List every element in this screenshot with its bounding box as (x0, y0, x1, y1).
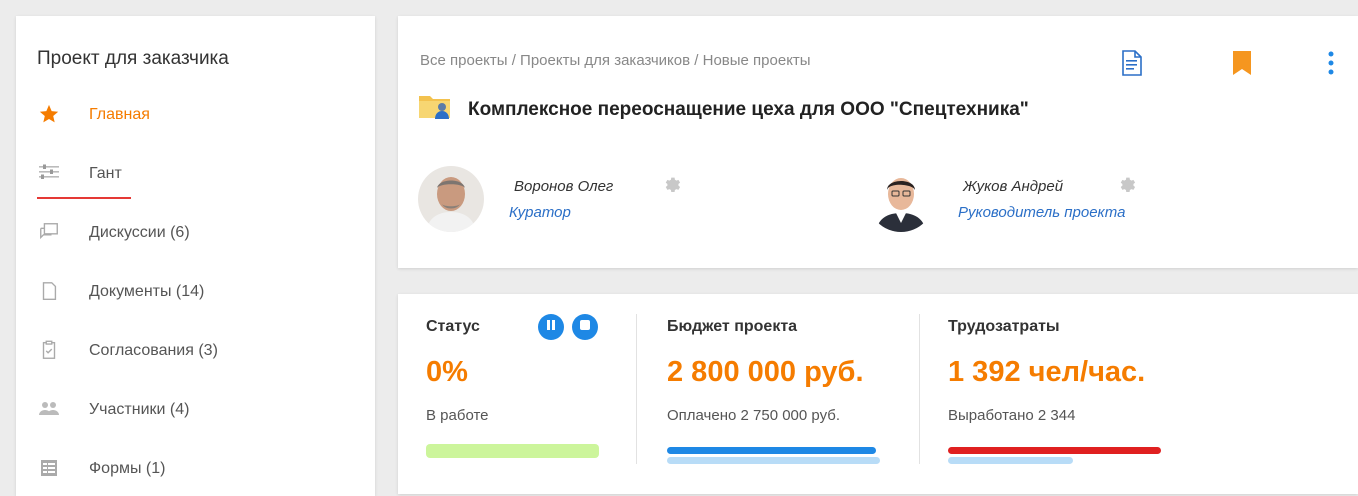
project-folder-icon (418, 92, 454, 122)
budget-total-bar (667, 457, 880, 464)
breadcrumb[interactable]: Все проекты / Проекты для заказчиков / Н… (420, 52, 811, 69)
status-block: Статус 0% В работе (426, 294, 626, 494)
sidebar-item-gantt[interactable]: Гант (37, 159, 357, 189)
sidebar-item-label: Документы (14) (89, 283, 205, 300)
sidebar-item-label: Дискуссии (6) (89, 224, 190, 241)
project-stats-card: Статус 0% В работе Бюджет проекта 2 800 … (398, 294, 1358, 494)
sidebar-item-label: Гант (89, 165, 122, 182)
sidebar-title: Проект для заказчика (37, 48, 229, 69)
budget-title: Бюджет проекта (667, 318, 798, 335)
bookmark-icon[interactable] (1228, 48, 1256, 78)
document-icon[interactable] (1118, 48, 1146, 78)
budget-paid: Оплачено 2 750 000 руб. (667, 407, 841, 424)
star-icon (37, 102, 61, 126)
status-sub: В работе (426, 407, 489, 424)
budget-value: 2 800 000 руб. (667, 356, 864, 388)
documents-icon (37, 279, 61, 303)
avatar[interactable] (418, 166, 484, 232)
labor-title: Трудозатраты (948, 318, 1060, 335)
sidebar-item-approvals[interactable]: Согласования (3) (37, 336, 357, 366)
divider (919, 314, 920, 464)
status-progress-bar (426, 444, 599, 458)
project-header-card: Все проекты / Проекты для заказчиков / Н… (398, 16, 1358, 268)
sidebar-item-documents[interactable]: Документы (14) (37, 277, 357, 307)
divider (636, 314, 637, 464)
approvals-icon (37, 338, 61, 362)
person-curator: Воронов Олег Куратор (418, 166, 718, 236)
status-value: 0% (426, 356, 468, 388)
gantt-icon (37, 161, 61, 185)
discussions-icon (37, 220, 61, 244)
person-role[interactable]: Куратор (509, 204, 571, 221)
person-name: Жуков Андрей (963, 178, 1064, 195)
labor-planned-bar (948, 457, 1073, 464)
sidebar-item-home[interactable]: Главная (37, 100, 357, 130)
labor-worked: Выработано 2 344 (948, 407, 1076, 424)
budget-block: Бюджет проекта 2 800 000 руб. Оплачено 2… (667, 294, 917, 494)
forms-icon (37, 456, 61, 480)
sidebar-item-discussions[interactable]: Дискуссии (6) (37, 218, 357, 248)
labor-value: 1 392 чел/час. (948, 356, 1146, 388)
participants-icon (37, 397, 61, 421)
gear-icon[interactable] (661, 173, 683, 195)
person-name: Воронов Олег (514, 178, 614, 195)
person-role[interactable]: Руководитель проекта (958, 204, 1125, 221)
person-manager: Жуков Андрей Руководитель проекта (868, 166, 1188, 236)
stop-button[interactable] (572, 314, 598, 340)
sidebar-item-label: Формы (1) (89, 460, 166, 477)
gantt-underline (37, 197, 131, 199)
more-vertical-icon[interactable] (1317, 48, 1345, 78)
project-title: Комплексное переоснащение цеха для ООО "… (468, 99, 1029, 120)
sidebar: Проект для заказчика Главная Гант Дискус… (16, 16, 375, 496)
budget-paid-bar (667, 447, 876, 454)
status-title: Статус (426, 318, 480, 335)
sidebar-item-label: Участники (4) (89, 401, 190, 418)
pause-icon (545, 318, 557, 336)
gear-icon[interactable] (1116, 173, 1138, 195)
sidebar-item-label: Согласования (3) (89, 342, 218, 359)
avatar[interactable] (868, 166, 934, 232)
sidebar-item-forms[interactable]: Формы (1) (37, 454, 357, 484)
labor-block: Трудозатраты 1 392 чел/час. Выработано 2… (948, 294, 1248, 494)
sidebar-item-participants[interactable]: Участники (4) (37, 395, 357, 425)
labor-worked-bar (948, 447, 1161, 454)
pause-button[interactable] (538, 314, 564, 340)
sidebar-item-label: Главная (89, 106, 150, 123)
stop-icon (579, 318, 591, 336)
